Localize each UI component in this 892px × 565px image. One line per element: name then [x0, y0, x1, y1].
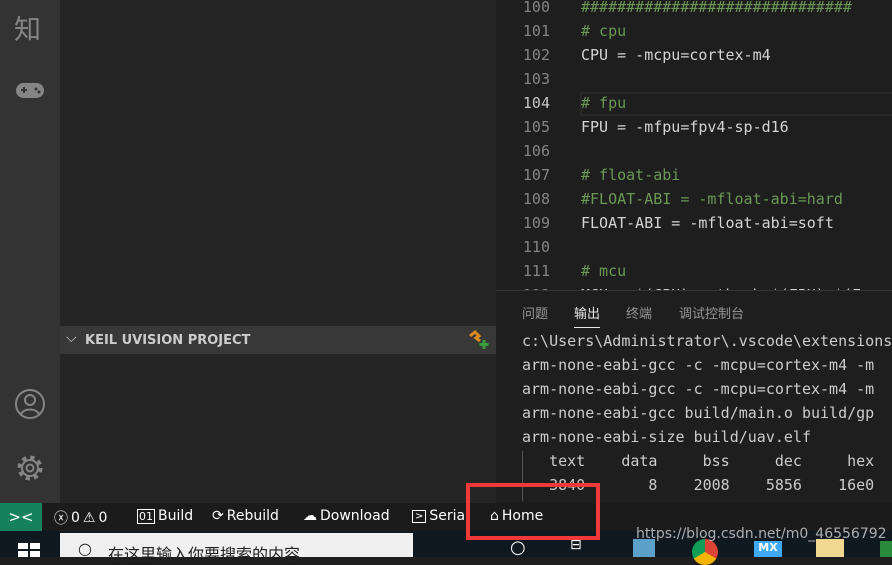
line-number: 108 [522, 190, 550, 208]
line-number: 104 [522, 94, 550, 112]
line-number: 100 [522, 0, 550, 16]
highlight-box [466, 483, 600, 540]
serial-label: Serial [429, 508, 466, 524]
remote-icon[interactable]: >< [0, 503, 42, 531]
code-line: # float-abi [581, 166, 681, 184]
rebuild-button[interactable]: ⟳ Rebuild [212, 508, 279, 524]
bottom-panel: 问题 输出 终端 调试控制台 c:\Users\Administrator\.v… [496, 290, 892, 503]
gear-icon[interactable] [14, 452, 46, 484]
code-line: CPU = -mcpu=cortex-m4 [581, 46, 771, 64]
line-number: 107 [522, 166, 550, 184]
output-line: arm-none-eabi-size build/uav.elf [522, 428, 811, 446]
error-count: 0 [71, 510, 80, 526]
code-line: ############################## [581, 0, 852, 16]
keil-project-header[interactable]: ⌵ KEIL UVISION PROJECT [60, 326, 496, 354]
excel-app-icon[interactable] [880, 541, 892, 557]
windows-start-icon[interactable] [18, 543, 40, 557]
tab-terminal[interactable]: 终端 [626, 303, 652, 322]
sidebar: ⌵ KEIL UVISION PROJECT [60, 0, 496, 503]
tab-output[interactable]: 输出 [574, 303, 601, 328]
line-number: 110 [522, 238, 550, 256]
tab-problems[interactable]: 问题 [522, 303, 548, 322]
serial-button[interactable]: > Serial [412, 508, 466, 524]
search-placeholder: 在这里输入你要搜索的内容 [108, 545, 301, 564]
line-number: 109 [522, 214, 550, 232]
search-icon: ○ [78, 539, 92, 558]
tab-debug-console[interactable]: 调试控制台 [679, 303, 744, 322]
warning-icon: ⚠ [82, 510, 96, 526]
activity-bar: 知 [0, 0, 60, 503]
line-number: 106 [522, 142, 550, 160]
code-line: # fpu [581, 94, 627, 112]
output-line: arm-none-eabi-gcc -c -mcpu=cortex-m4 -m [522, 356, 875, 374]
account-icon[interactable] [14, 388, 46, 420]
taskbar-search[interactable]: ○ 在这里输入你要搜索的内容 [60, 533, 413, 564]
output-line: c:\Users\Administrator\.vscode\extension… [522, 332, 892, 350]
line-number: 111 [522, 262, 550, 280]
cortana-icon[interactable]: ○ [510, 537, 526, 558]
line-number: 101 [522, 22, 550, 40]
output-line: text data bss dec hex [522, 452, 875, 470]
build-button[interactable]: 01 Build [137, 508, 193, 524]
code-line: # cpu [581, 22, 627, 40]
code-line: FPU = -mfpu=fpv4-sp-d16 [581, 118, 789, 136]
zhihu-icon[interactable]: 知 [14, 8, 41, 47]
download-label: Download [320, 508, 390, 524]
terminal-icon: > [412, 509, 427, 523]
mx-app-icon[interactable]: MX [754, 541, 782, 557]
binary-icon: 01 [137, 508, 155, 524]
current-line-highlight [580, 92, 892, 116]
code-line: # mcu [581, 262, 627, 280]
chrome-app-icon[interactable] [692, 539, 718, 565]
watermark: https://blog.csdn.net/m0_46556792 [636, 526, 887, 542]
chevron-down-icon: ⌵ [66, 330, 77, 346]
output-line: arm-none-eabi-gcc build/main.o build/gp [522, 404, 875, 422]
line-number: 102 [522, 46, 550, 64]
line-number: 105 [522, 118, 550, 136]
output-line: arm-none-eabi-gcc -c -mcpu=cortex-m4 -m [522, 380, 875, 398]
error-icon: ⓧ [54, 511, 68, 527]
problems-status[interactable]: ⓧ 0 ⚠ 0 [54, 508, 107, 528]
gamepad-icon[interactable] [15, 80, 45, 100]
line-number: 103 [522, 70, 550, 88]
cloud-download-icon: ☁ [303, 508, 317, 524]
code-editor[interactable]: 100 ############################## 101 # cp… [496, 0, 892, 290]
warning-count: 0 [98, 510, 108, 526]
add-project-icon[interactable] [468, 330, 490, 350]
code-line: #FLOAT-ABI = -mfloat-abi=hard [581, 190, 843, 208]
build-label: Build [158, 508, 194, 524]
refresh-icon: ⟳ [212, 508, 224, 524]
download-button[interactable]: ☁ Download [303, 508, 390, 524]
section-title: KEIL UVISION PROJECT [85, 333, 251, 348]
code-line: FLOAT-ABI = -mfloat-abi=soft [581, 214, 834, 232]
rebuild-label: Rebuild [226, 508, 279, 524]
